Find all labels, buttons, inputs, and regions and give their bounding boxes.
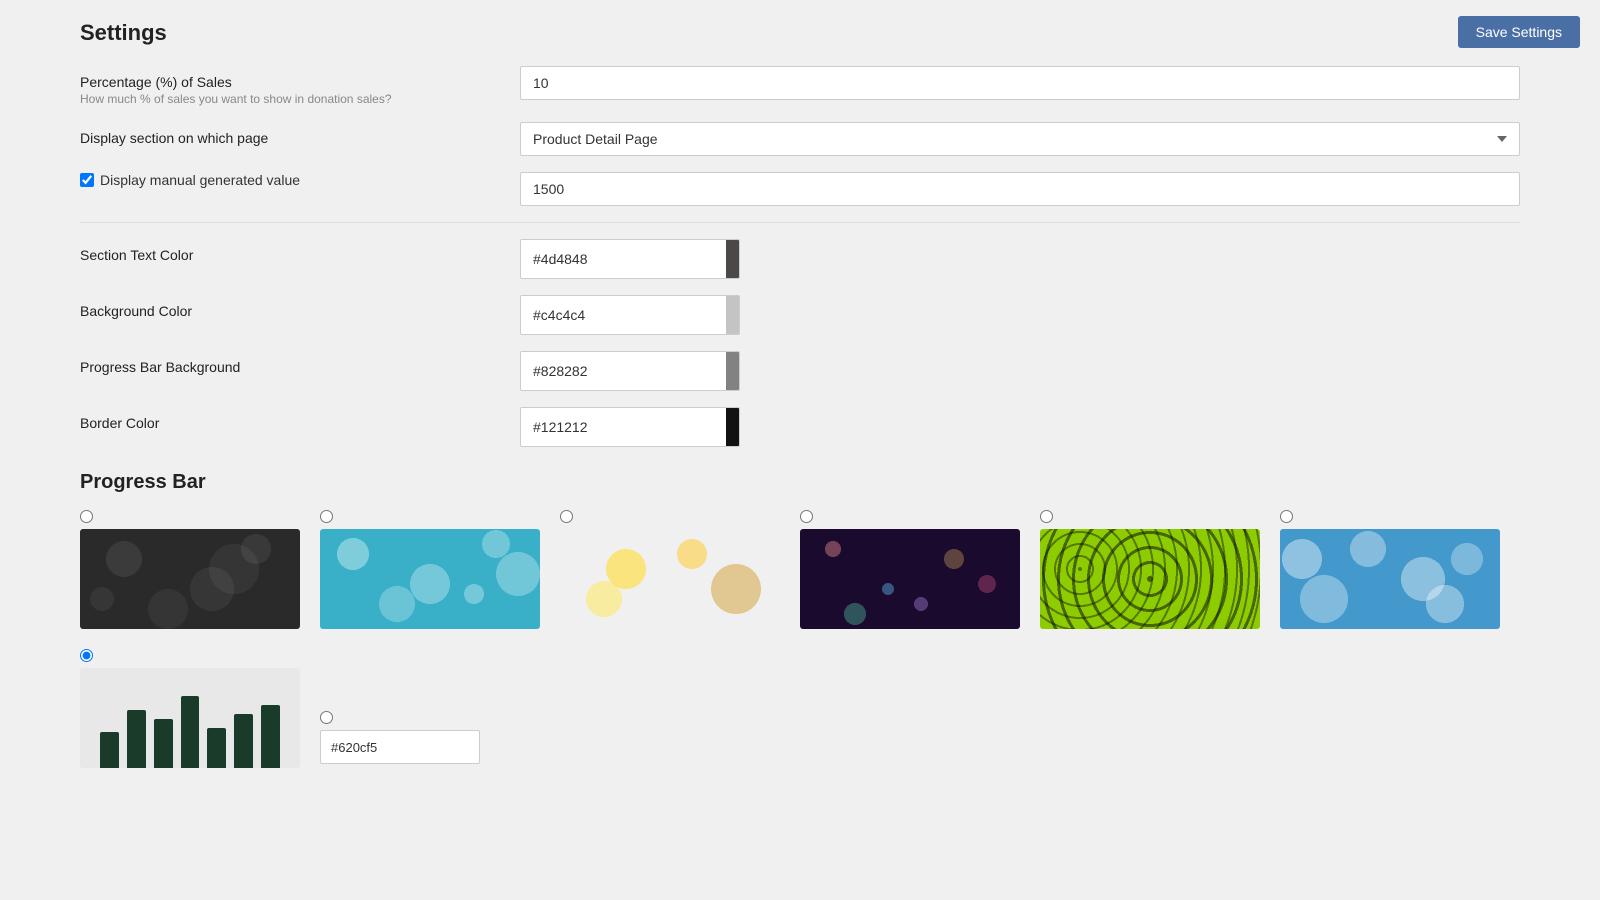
percentage-input[interactable]	[520, 66, 1520, 100]
progress-bar-bg-swatch[interactable]	[726, 352, 740, 390]
pb-image-2[interactable]	[320, 529, 540, 629]
border-color-swatch[interactable]	[726, 408, 740, 446]
percentage-row: Percentage (%) of Sales How much % of sa…	[80, 66, 1520, 106]
section-text-color-label: Section Text Color	[80, 239, 520, 263]
pb-option-3	[560, 510, 780, 629]
progress-bar-bg-row: Progress Bar Background	[80, 351, 1520, 391]
pb-option-4	[800, 510, 1020, 629]
chart-bar-4	[181, 696, 200, 768]
pb-option-6	[1280, 510, 1500, 629]
percentage-label-group: Percentage (%) of Sales How much % of sa…	[80, 66, 520, 106]
border-color-control	[520, 407, 1520, 447]
manual-label: Display manual generated value	[100, 172, 300, 188]
background-color-swatch[interactable]	[726, 296, 740, 334]
manual-checkbox[interactable]	[80, 173, 94, 187]
progress-bar-bg-group	[520, 351, 740, 391]
pb-radio-color[interactable]	[320, 711, 333, 724]
pb-image-6[interactable]	[1280, 529, 1500, 629]
page-wrapper: Save Settings Settings Percentage (%) of…	[0, 0, 1600, 900]
percentage-control	[520, 66, 1520, 100]
pb-radio-6[interactable]	[1280, 510, 1293, 523]
pb-radio-chart[interactable]	[80, 649, 93, 662]
pb-option-1	[80, 510, 300, 629]
progress-bar-bg-control	[520, 351, 1520, 391]
border-color-label: Border Color	[80, 407, 520, 431]
page-title: Settings	[80, 20, 1520, 46]
manual-checkbox-group: Display manual generated value	[80, 172, 520, 188]
percentage-label: Percentage (%) of Sales	[80, 74, 520, 90]
save-settings-button[interactable]: Save Settings	[1458, 16, 1580, 48]
section-text-color-row: Section Text Color	[80, 239, 1520, 279]
progress-bar-bg-input[interactable]	[521, 355, 726, 387]
chart-bar-1	[100, 732, 119, 768]
border-color-group	[520, 407, 740, 447]
chart-bar-5	[207, 728, 226, 769]
section-text-color-swatch[interactable]	[726, 240, 740, 278]
progress-bar-bg-label: Progress Bar Background	[80, 351, 520, 375]
background-color-group	[520, 295, 740, 335]
pb-image-5[interactable]	[1040, 529, 1260, 629]
pb-image-4[interactable]	[800, 529, 1020, 629]
chart-bar-7	[261, 705, 280, 768]
chart-bar-2	[127, 710, 146, 769]
manual-row: Display manual generated value	[80, 172, 1520, 206]
pb-option-5	[1040, 510, 1260, 629]
progress-bar-options-row1	[80, 510, 1520, 629]
pb-image-3[interactable]	[560, 529, 780, 629]
divider-1	[80, 222, 1520, 223]
background-color-row: Background Color	[80, 295, 1520, 335]
pb-color-group	[320, 730, 480, 764]
section-text-color-input[interactable]	[521, 243, 726, 275]
pb-color-input[interactable]	[321, 734, 480, 761]
display-page-row: Display section on which page Product De…	[80, 122, 1520, 156]
pb-radio-2[interactable]	[320, 510, 333, 523]
section-text-color-group	[520, 239, 740, 279]
chart-bar-6	[234, 714, 253, 768]
pb-radio-5[interactable]	[1040, 510, 1053, 523]
section-text-color-control	[520, 239, 1520, 279]
background-color-label: Background Color	[80, 295, 520, 319]
display-page-select[interactable]: Product Detail Page Home Page Cart Page	[520, 122, 1520, 156]
background-color-control	[520, 295, 1520, 335]
pb-image-chart[interactable]	[80, 668, 300, 768]
manual-control	[520, 172, 1520, 206]
pb-radio-3[interactable]	[560, 510, 573, 523]
pb-radio-4[interactable]	[800, 510, 813, 523]
percentage-sub: How much % of sales you want to show in …	[80, 92, 520, 106]
display-page-label: Display section on which page	[80, 122, 520, 146]
manual-input[interactable]	[520, 172, 1520, 206]
pb-image-1[interactable]	[80, 529, 300, 629]
background-color-input[interactable]	[521, 299, 726, 331]
chart-bar-3	[154, 719, 173, 769]
display-page-control: Product Detail Page Home Page Cart Page	[520, 122, 1520, 156]
progress-bar-options-row2	[80, 649, 1520, 768]
progress-bar-section-title: Progress Bar	[80, 471, 1520, 494]
border-color-row: Border Color	[80, 407, 1520, 447]
border-color-input[interactable]	[521, 411, 726, 443]
pb-option-color	[320, 649, 480, 768]
pb-option-chart	[80, 649, 300, 768]
pb-radio-1[interactable]	[80, 510, 93, 523]
pb-option-2	[320, 510, 540, 629]
